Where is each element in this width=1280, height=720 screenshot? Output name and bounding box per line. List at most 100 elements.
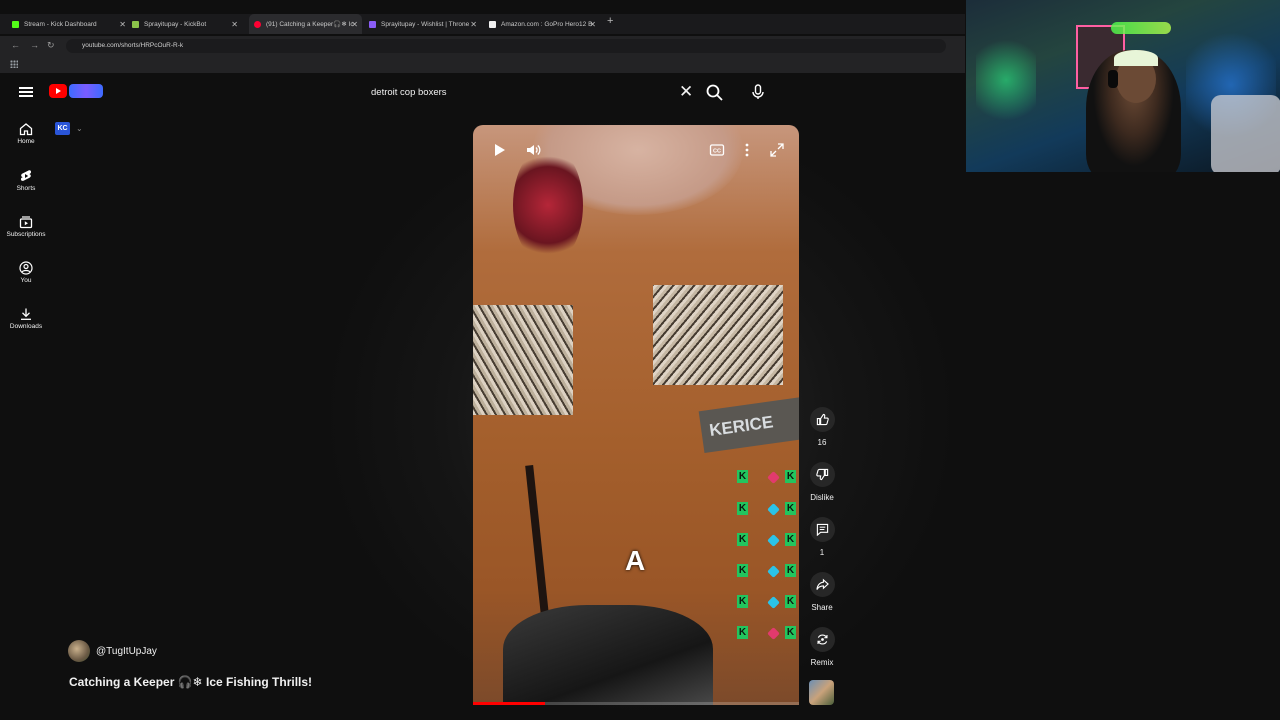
share-label: Share [811, 603, 833, 612]
gaming-chair [1211, 95, 1280, 172]
remix-label: Remix [810, 658, 834, 667]
back-arrow-icon[interactable]: ← [11, 40, 20, 50]
apps-grid-icon[interactable] [10, 60, 18, 68]
address-bar-row: ← → ↻ youtube.com/shorts/HRPcOuR-R-k [0, 36, 965, 56]
neon-light [976, 20, 1036, 140]
thumbs-up-icon [809, 407, 835, 432]
stream-overlay-letter: A [625, 545, 646, 576]
thumbs-down-icon [809, 462, 835, 487]
video-title: Catching a Keeper 🎧❄ Ice Fishing Thrills… [69, 675, 313, 689]
youtube-doodle-logo[interactable] [69, 84, 103, 98]
search-box[interactable]: detroit cop boxers ✕ [361, 79, 703, 106]
headset-icon [1108, 70, 1118, 88]
volume-icon[interactable] [525, 142, 541, 158]
browser-tab[interactable]: Sprayitupay - KickBot ✕ [132, 14, 242, 34]
close-tab-icon[interactable]: ✕ [589, 20, 596, 29]
kick-emote-icon: K [737, 533, 748, 546]
url-field[interactable]: youtube.com/shorts/HRPcOuR-R-k [66, 39, 946, 53]
gem-icon [767, 627, 780, 640]
video-frame-hair [513, 145, 583, 265]
shorts-video-player[interactable]: KERICE K K K K K K K K K K K K A CC [473, 125, 799, 705]
reload-icon[interactable]: ↻ [47, 40, 55, 51]
kick-emote-icon: K [785, 470, 796, 483]
kick-favicon-icon [12, 20, 19, 28]
guide-item-you[interactable]: You [0, 261, 52, 284]
video-frame-zipper [525, 464, 549, 616]
youtube-favicon-icon [254, 20, 261, 28]
guide-item-home[interactable]: Home [0, 122, 52, 145]
remix-icon [809, 627, 835, 652]
search-input[interactable]: detroit cop boxers [371, 87, 447, 98]
video-frame-glove [503, 605, 713, 705]
shorts-icon [20, 170, 32, 181]
guide-item-label: Downloads [9, 323, 43, 330]
browser-tab-title: Sprayitupay - Wishlist | Throne [381, 20, 470, 28]
streamer-cap [1114, 50, 1158, 66]
throne-favicon-icon [369, 20, 376, 28]
kick-emote-icon: K [737, 564, 748, 577]
gem-icon [767, 534, 780, 547]
close-tab-icon[interactable]: ✕ [351, 20, 358, 29]
video-frame-camo [653, 285, 783, 385]
kick-emote-icon: K [785, 502, 796, 515]
kick-emote-icon: K [737, 470, 748, 483]
kick-emote-icon: K [737, 626, 748, 639]
browser-tab[interactable]: Amazon.com : GoPro Hero12 B ✕ [489, 14, 600, 34]
like-count: 16 [817, 438, 827, 447]
browser-tab-title: Amazon.com : GoPro Hero12 B [501, 20, 593, 28]
microphone-icon[interactable] [750, 84, 766, 100]
gem-icon [767, 565, 780, 578]
menu-icon[interactable] [19, 85, 33, 99]
youtube-logo-icon[interactable] [49, 84, 67, 98]
browser-tab-title: Sprayitupay - KickBot [144, 20, 207, 28]
more-options-icon[interactable] [739, 142, 755, 158]
jacket-patch-text: KERICE [698, 394, 799, 454]
browser-tab[interactable]: Sprayitupay - Wishlist | Throne ✕ [369, 14, 481, 34]
guide-item-label: You [20, 277, 32, 284]
search-icon[interactable] [705, 83, 725, 103]
clear-search-icon[interactable]: ✕ [679, 82, 693, 102]
home-icon [19, 123, 33, 136]
remix-button[interactable]: Remix [808, 627, 836, 667]
bookmarks-bar [0, 56, 965, 73]
chevron-down-icon[interactable]: ⌄ [76, 124, 83, 133]
kick-emote-icon: K [737, 502, 748, 515]
browser-tab[interactable]: Stream - Kick Dashboard ✕ [12, 14, 130, 34]
comment-count: 1 [819, 548, 825, 557]
play-icon[interactable] [491, 142, 507, 158]
close-tab-icon[interactable]: ✕ [231, 20, 238, 29]
download-icon [21, 308, 31, 320]
dislike-button[interactable]: Dislike [808, 462, 836, 502]
comments-button[interactable]: 1 [808, 517, 836, 557]
browser-tab-title: Stream - Kick Dashboard [24, 20, 97, 28]
dislike-label: Dislike [810, 493, 834, 502]
guide-item-label: Shorts [16, 185, 36, 192]
like-button[interactable]: 16 [808, 407, 836, 447]
amazon-favicon-icon [489, 20, 496, 28]
channel-name[interactable]: @TugItUpJay [96, 646, 157, 657]
fullscreen-icon[interactable] [769, 142, 785, 158]
browser-tab-active[interactable]: (91) Catching a Keeper🎧❄ Ic ✕ [249, 14, 362, 34]
sound-thumbnail[interactable] [809, 680, 834, 705]
guide-item-subscriptions[interactable]: Subscriptions [0, 215, 52, 238]
account-avatar[interactable]: KC [55, 122, 70, 135]
new-tab-plus-icon[interactable]: + [607, 15, 613, 27]
captions-icon[interactable]: CC [709, 142, 725, 158]
streamer-webcam-overlay [966, 0, 1280, 172]
kickbot-favicon-icon [132, 20, 139, 28]
close-tab-icon[interactable]: ✕ [119, 20, 126, 29]
browser-tab-strip: Stream - Kick Dashboard ✕ Sprayitupay - … [0, 14, 965, 34]
forward-arrow-icon[interactable]: → [30, 40, 39, 50]
subscriptions-icon [19, 216, 33, 229]
guide-item-shorts[interactable]: Shorts [0, 169, 52, 192]
guide-item-label: Home [17, 138, 35, 145]
gem-icon [767, 471, 780, 484]
share-button[interactable]: Share [808, 572, 836, 612]
guide-item-downloads[interactable]: Downloads [0, 307, 52, 330]
channel-avatar[interactable] [68, 640, 90, 662]
kick-emote-icon: K [737, 595, 748, 608]
close-tab-icon[interactable]: ✕ [470, 20, 477, 29]
guide-item-label: Subscriptions [6, 231, 46, 238]
progress-bar-fill [473, 702, 545, 705]
kick-emote-icon: K [785, 533, 796, 546]
